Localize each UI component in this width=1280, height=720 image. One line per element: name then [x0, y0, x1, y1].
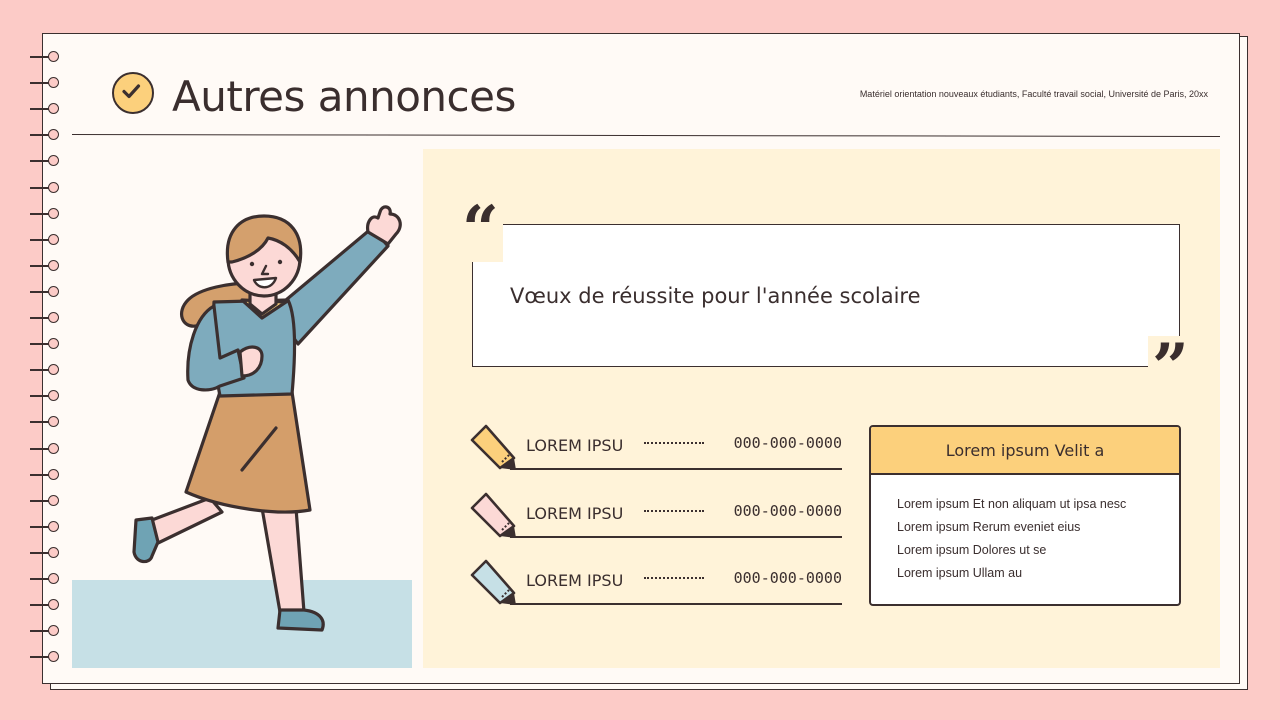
binding-ring — [30, 389, 66, 403]
spiral-binding — [30, 50, 66, 670]
binding-ring — [30, 311, 66, 325]
binding-ring — [30, 128, 66, 142]
contact-phone: 000-000-0000 — [733, 502, 842, 520]
binding-ring — [30, 598, 66, 612]
binding-ring — [30, 76, 66, 90]
row-underline — [510, 603, 842, 605]
row-underline — [510, 536, 842, 538]
pencil-icon — [470, 424, 516, 470]
binding-ring — [30, 415, 66, 429]
contact-phone: 000-000-0000 — [733, 434, 842, 452]
info-card: Lorem ipsum Velit a Lorem ipsum Et non a… — [869, 425, 1181, 606]
binding-ring — [30, 572, 66, 586]
list-item: Lorem ipsum Rerum eveniet eius — [897, 520, 1081, 534]
binding-ring — [30, 546, 66, 560]
leader-dots — [644, 510, 704, 512]
contact-label: LOREM IPSU — [526, 504, 624, 523]
binding-ring — [30, 181, 66, 195]
binding-ring — [30, 337, 66, 351]
close-quote-icon: ” — [1148, 336, 1193, 400]
row-underline — [510, 468, 842, 470]
pencil-icon — [470, 492, 516, 538]
binding-ring — [30, 624, 66, 638]
contact-row: LOREM IPSU 000-000-0000 — [470, 490, 842, 538]
list-item: Lorem ipsum Et non aliquam ut ipsa nesc — [897, 497, 1127, 511]
list-item: Lorem ipsum Dolores ut se — [897, 543, 1047, 557]
contact-row: LOREM IPSU 000-000-0000 — [470, 422, 842, 470]
open-quote-icon: “ — [458, 198, 503, 262]
contact-label: LOREM IPSU — [526, 571, 624, 590]
info-card-list: Lorem ipsum Et non aliquam ut ipsa nesc … — [871, 475, 1179, 589]
binding-ring — [30, 207, 66, 221]
contact-label: LOREM IPSU — [526, 436, 624, 455]
binding-ring — [30, 520, 66, 534]
pencil-icon — [470, 559, 516, 605]
binding-ring — [30, 102, 66, 116]
check-icon — [112, 72, 154, 114]
binding-ring — [30, 233, 66, 247]
contact-phone: 000-000-0000 — [733, 569, 842, 587]
slide-subtitle: Matériel orientation nouveaux étudiants,… — [859, 89, 1208, 99]
info-card-title: Lorem ipsum Velit a — [871, 427, 1179, 475]
leader-dots — [644, 442, 704, 444]
binding-ring — [30, 363, 66, 377]
binding-ring — [30, 259, 66, 273]
binding-ring — [30, 494, 66, 508]
leader-dots — [644, 577, 704, 579]
binding-ring — [30, 50, 66, 64]
binding-ring — [30, 154, 66, 168]
contact-row: LOREM IPSU 000-000-0000 — [470, 557, 842, 605]
binding-ring — [30, 285, 66, 299]
binding-ring — [30, 650, 66, 664]
binding-ring — [30, 468, 66, 482]
quote-text: Vœux de réussite pour l'année scolaire — [510, 284, 921, 308]
waving-girl-illustration — [132, 205, 402, 632]
slide-title: Autres annonces — [172, 72, 516, 121]
list-item: Lorem ipsum Ullam au — [897, 566, 1023, 580]
binding-ring — [30, 442, 66, 456]
